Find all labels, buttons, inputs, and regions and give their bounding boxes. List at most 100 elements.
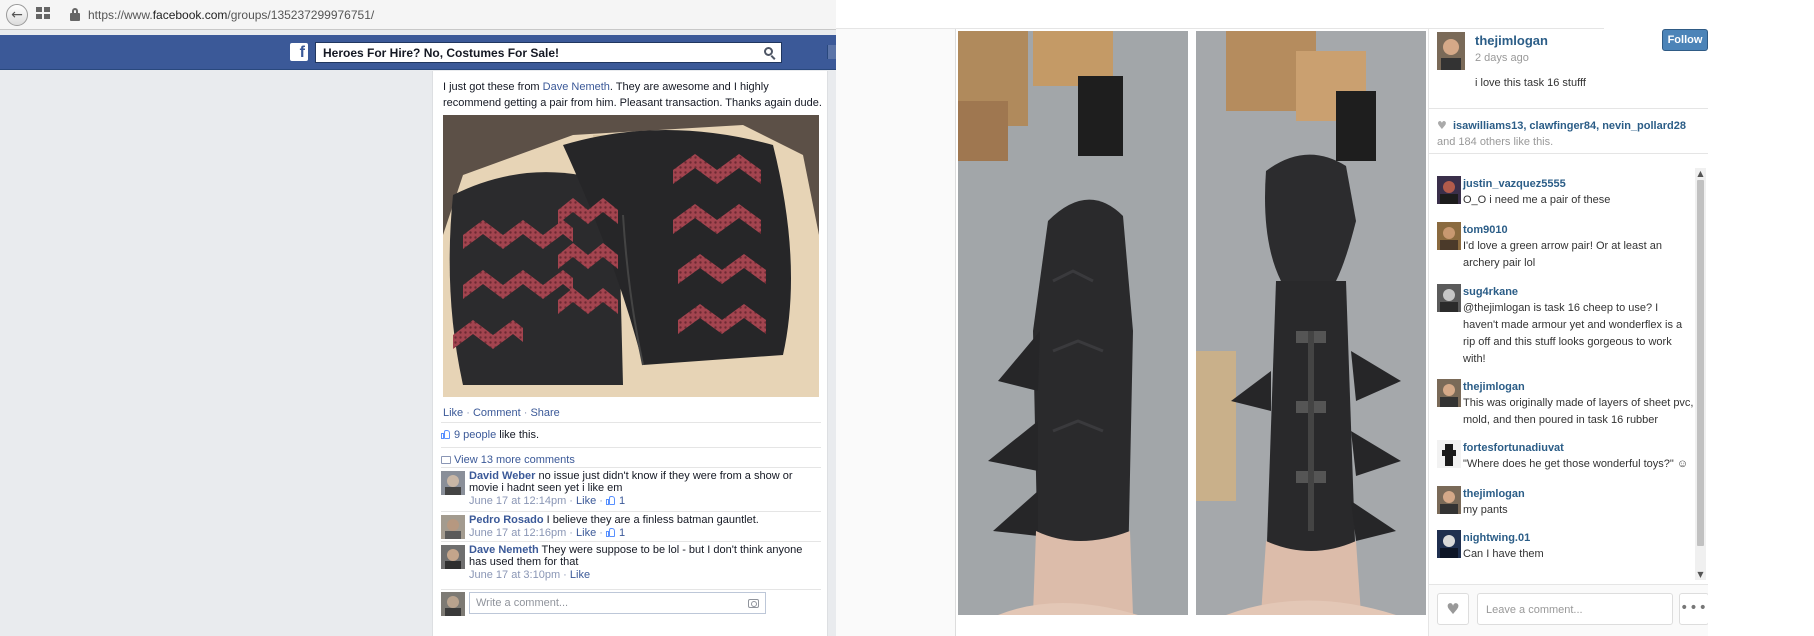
comment-input[interactable]: Leave a comment... — [1477, 593, 1673, 625]
commenter-name[interactable]: justin_vazquez5555 — [1463, 176, 1695, 192]
comment-like-count[interactable]: 1 — [619, 495, 625, 507]
url-domain: facebook.com — [152, 8, 228, 22]
comment-bubble-icon — [441, 456, 451, 464]
comment-like-link[interactable]: Like — [576, 527, 596, 539]
post-photo[interactable] — [443, 115, 819, 397]
avatar[interactable] — [1437, 530, 1461, 558]
avatar[interactable] — [441, 515, 465, 539]
post-author-link[interactable]: Dave Nemeth — [543, 81, 610, 93]
list-item: fortesfortunadiuvat "Where does he get t… — [1437, 440, 1695, 473]
photo-panel-left — [958, 31, 1188, 615]
back-arrow-icon[interactable]: ← — [6, 4, 28, 26]
group-post: I just got these from Dave Nemeth. They … — [432, 71, 828, 636]
comment-time[interactable]: June 17 at 3:10pm — [469, 569, 560, 581]
likers-names[interactable]: isawilliams13, clawfinger84, nevin_polla… — [1453, 120, 1686, 132]
list-item: sug4rkane @thejimlogan is task 16 cheep … — [1437, 284, 1695, 368]
comment-text: This was originally made of layers of sh… — [1463, 397, 1694, 426]
comment-text: O_O i need me a pair of these — [1463, 194, 1611, 206]
avatar — [441, 592, 465, 616]
facebook-top-bar: f Heroes For Hire? No, Costumes For Sale… — [0, 35, 836, 70]
likes-summary: 9 people like this. — [441, 422, 821, 445]
comment-author[interactable]: David Weber — [469, 470, 535, 482]
avatar[interactable] — [441, 545, 465, 569]
comment-author[interactable]: Pedro Rosado — [469, 514, 544, 526]
like-heart-button[interactable]: ♥ — [1437, 593, 1469, 625]
comment-text: I believe they are a finless batman gaun… — [543, 514, 759, 526]
share-link[interactable]: Share — [530, 407, 559, 419]
avatar[interactable] — [441, 471, 465, 495]
view-more-comments-link[interactable]: View 13 more comments — [441, 447, 821, 466]
post-text-start: I just got these from — [443, 81, 543, 93]
comment-list: justin_vazquez5555 O_O i need me a pair … — [1429, 166, 1695, 581]
commenter-name[interactable]: fortesfortunadiuvat — [1463, 440, 1695, 456]
camera-icon[interactable] — [748, 599, 759, 608]
comment-like-link[interactable]: Like — [570, 569, 590, 581]
view-more-label: View 13 more comments — [454, 454, 575, 466]
gauntlets-photo — [443, 115, 819, 397]
apps-grid-icon[interactable] — [36, 7, 52, 21]
like-link[interactable]: Like — [443, 407, 463, 419]
instagram-photo[interactable] — [958, 31, 1426, 615]
instagram-sidebar: thejimlogan 2 days ago i love this task … — [1428, 29, 1709, 636]
lock-icon — [70, 8, 80, 21]
commenter-name[interactable]: sug4rkane — [1463, 284, 1695, 300]
commenter-name[interactable]: thejimlogan — [1463, 486, 1695, 502]
avatar[interactable] — [1437, 284, 1461, 312]
comment-like-link[interactable]: Like — [576, 495, 596, 507]
comment-time[interactable]: June 17 at 12:14pm — [469, 495, 566, 507]
comment-link[interactable]: Comment — [473, 407, 521, 419]
avatar[interactable] — [1437, 440, 1461, 468]
chevron-down-icon[interactable]: ▼ — [1695, 569, 1706, 580]
list-item: nightwing.01 Can I have them — [1437, 530, 1695, 563]
comment-item: David Weber no issue just didn't know if… — [441, 467, 821, 511]
more-options-button[interactable]: ••• — [1679, 593, 1709, 625]
list-item: thejimlogan This was originally made of … — [1437, 379, 1695, 429]
post-owner-name[interactable]: thejimlogan — [1475, 33, 1548, 48]
chevron-up-icon[interactable]: ▲ — [1695, 168, 1706, 179]
avatar[interactable] — [1437, 222, 1461, 250]
avatar[interactable] — [1437, 379, 1461, 407]
avatar[interactable] — [1437, 32, 1465, 70]
browser-address-bar[interactable]: ← https://www.facebook.com/groups/135237… — [0, 0, 836, 30]
comment-author[interactable]: Dave Nemeth — [469, 544, 539, 556]
comment-input-placeholder: Write a comment... — [476, 597, 569, 609]
instagram-window: thejimlogan 2 days ago i love this task … — [836, 0, 1814, 636]
url-text[interactable]: https://www.facebook.com/groups/13523729… — [88, 8, 374, 22]
comment-item: Dave Nemeth They were suppose to be lol … — [441, 541, 821, 583]
commenter-name[interactable]: nightwing.01 — [1463, 530, 1695, 546]
page-margin — [1708, 29, 1814, 636]
avatar[interactable] — [1437, 486, 1461, 514]
thumbs-up-icon — [606, 527, 616, 537]
gauntlet-fist-view — [1196, 31, 1426, 615]
action-separator: · — [520, 407, 531, 419]
comment-list: David Weber no issue just didn't know if… — [441, 467, 821, 583]
list-item: thejimlogan my pants — [1437, 486, 1695, 519]
thumbs-up-icon — [606, 495, 616, 505]
facebook-logo-icon[interactable]: f — [290, 43, 308, 61]
comment-text: Can I have them — [1463, 548, 1544, 560]
action-separator: · — [463, 407, 473, 419]
url-path: /groups/135237299976751/ — [227, 8, 375, 22]
search-icon[interactable] — [764, 47, 776, 60]
follow-button[interactable]: Follow — [1662, 29, 1708, 51]
post-time: 2 days ago — [1475, 52, 1529, 64]
comment-time[interactable]: June 17 at 12:16pm — [469, 527, 566, 539]
page-margin — [836, 29, 956, 636]
search-input-value: Heroes For Hire? No, Costumes For Sale! — [323, 46, 560, 60]
comments-scrollbar[interactable]: ▲ ▼ — [1695, 168, 1706, 580]
comment-like-count[interactable]: 1 — [619, 527, 625, 539]
commenter-name[interactable]: thejimlogan — [1463, 379, 1695, 395]
comment-input[interactable]: Write a comment... — [469, 592, 766, 614]
scrollbar-thumb[interactable] — [1697, 180, 1704, 546]
commenter-name[interactable]: tom9010 — [1463, 222, 1695, 238]
likes-count-link[interactable]: 9 people — [454, 429, 496, 441]
url-prefix: https://www. — [88, 8, 153, 22]
comment-text: I'd love a green arrow pair! Or at least… — [1463, 240, 1662, 269]
search-input[interactable]: Heroes For Hire? No, Costumes For Sale! — [315, 42, 782, 63]
comment-text: "Where does he get those wonderful toys?… — [1463, 458, 1689, 470]
comment-item: Pedro Rosado I believe they are a finles… — [441, 511, 821, 541]
toolbar-edge — [827, 45, 836, 59]
avatar[interactable] — [1437, 176, 1461, 204]
list-item: tom9010 I'd love a green arrow pair! Or … — [1437, 222, 1695, 272]
write-comment-row: Write a comment... — [441, 589, 821, 616]
